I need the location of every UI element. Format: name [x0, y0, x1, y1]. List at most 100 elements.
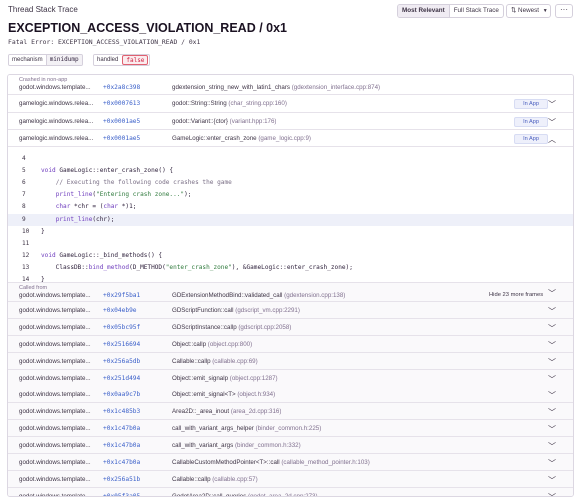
chevron-down-icon[interactable]: ﹀ [548, 492, 556, 496]
line-text: void GameLogic::_bind_methods() { [41, 251, 163, 259]
chevron-down-icon[interactable]: ﹀ [548, 323, 556, 334]
source-location: (binder_common.h:225) [253, 425, 322, 432]
chevron-down-icon[interactable]: ﹀ [548, 306, 556, 317]
tag-key: handled [94, 55, 122, 65]
function-name: GDScriptFunction::call [172, 307, 234, 314]
line-text: print_line("Entering crash zone..."); [55, 191, 192, 199]
source-code-block: 4 5 void GameLogic::enter_crash_zone() {6 … [8, 147, 573, 283]
line-text: char *chr = (char *)1; [55, 203, 137, 211]
code-line: 10} [8, 226, 573, 238]
full-stack-trace-button[interactable]: Full Stack Trace [450, 5, 503, 17]
chevron-down-icon[interactable]: ﹀ [548, 458, 556, 469]
frame-address: +0x04eb9e [103, 307, 137, 314]
function-name: GDExtensionMethodBind::validated_call [172, 292, 283, 299]
stack-frame-row[interactable]: godot.windows.template... +0x1c47b0a call_… [8, 437, 573, 454]
stack-frame-row[interactable]: godot.windows.template... +0x251d494 Objec… [8, 370, 573, 387]
stack-frame-row[interactable]: Called from godot.windows.template... +0x2… [8, 283, 573, 302]
frame-address: +0x1c47b0a [103, 442, 141, 449]
tag-key: mechanism [9, 55, 46, 65]
source-location: (gdscript_vm.cpp:2291) [233, 307, 300, 314]
line-text: } [41, 227, 45, 235]
frame-address: +0x1c47b0a [103, 425, 141, 432]
hide-frames-link[interactable]: Hide 23 more frames [489, 292, 543, 298]
line-text: void GameLogic::enter_crash_zone() { [41, 167, 174, 175]
line-number: 11 [22, 239, 30, 247]
line-number: 10 [22, 227, 30, 235]
frame-address: +0x05bc95f [103, 324, 141, 331]
frame-package: gamelogic.windows.relea... [19, 100, 94, 107]
chevron-down-icon[interactable]: ﹀ [548, 340, 556, 351]
chevron-down-icon[interactable]: ﹀ [548, 424, 556, 435]
stack-frame-row[interactable]: Crashed in non-app godot.windows.template… [8, 75, 573, 95]
chevron-down-icon[interactable]: ﹀ [548, 117, 556, 128]
handled-tag: handled false [93, 54, 151, 66]
function-name: call_with_variant_args [172, 442, 234, 449]
stack-frame-row[interactable]: godot.windows.template... +0x1c47b0a Calla… [8, 454, 573, 471]
function-name: call_with_variant_args_helper [172, 425, 254, 432]
source-location: (gdscript.cpp:2058) [236, 324, 292, 331]
stack-frame-row[interactable]: gamelogic.windows.relea... +0x0007613 godo… [8, 95, 573, 113]
function-name: GDScriptInstance::callp [172, 324, 237, 331]
error-title: EXCEPTION_ACCESS_VIOLATION_READ / 0x1 [8, 21, 288, 35]
frame-note: Called from [19, 285, 48, 291]
frame-address: +0x0aa9c7b [103, 391, 141, 398]
frame-function: GameLogic::enter_crash_zone (game_logic.… [172, 135, 311, 142]
sort-order-dropdown[interactable]: ⇅ Newest ▼ [506, 4, 551, 18]
line-text: ClassDB::bind_method(D_METHOD("enter_cra… [41, 263, 353, 271]
frame-package: godot.windows.template... [19, 324, 91, 331]
line-number: 8 [22, 203, 26, 211]
most-relevant-button[interactable]: Most Relevant [398, 5, 450, 17]
more-options-button[interactable]: ··· [555, 4, 573, 18]
chevron-down-icon[interactable]: ﹀ [548, 288, 556, 299]
line-number: 13 [22, 263, 30, 271]
frame-function: GDScriptInstance::callp (gdscript.cpp:20… [172, 324, 291, 331]
stack-frame-row[interactable]: gamelogic.windows.relea... +0x0001ae5 godo… [8, 113, 573, 130]
stack-frame-row[interactable]: godot.windows.template... +0x256a5db Calla… [8, 353, 573, 370]
frame-function: Callable::callp (callable.cpp:69) [172, 358, 258, 365]
stack-frame-row[interactable]: gamelogic.windows.relea... +0x0001ae5 Game… [8, 130, 573, 147]
chevron-down-icon[interactable]: ﹀ [548, 357, 556, 368]
error-subtitle: Fatal Error: EXCEPTION_ACCESS_VIOLATION_… [8, 38, 201, 46]
stack-frame-row[interactable]: godot.windows.template... +0x2516694 Objec… [8, 336, 573, 353]
stack-frame-row[interactable]: godot.windows.template... +0x256a51b Calla… [8, 471, 573, 488]
chevron-down-icon[interactable]: ﹀ [548, 407, 556, 418]
stack-frame-row[interactable]: godot.windows.template... +0x05f3a05 Godot… [8, 488, 573, 497]
frame-package: godot.windows.template... [19, 442, 91, 449]
stack-frame-row[interactable]: godot.windows.template... +0x1c485b3 Area2… [8, 403, 573, 420]
line-number: 12 [22, 251, 30, 259]
frame-function: godot::String::String (char_string.cpp:1… [172, 100, 287, 107]
frame-function: GDScriptFunction::call (gdscript_vm.cpp:… [172, 307, 300, 314]
function-name: gdextension_string_new_with_latin1_chars [172, 84, 290, 91]
chevron-down-icon[interactable]: ﹀ [548, 99, 556, 110]
chevron-down-icon[interactable]: ﹀ [548, 475, 556, 486]
stack-frame-row[interactable]: godot.windows.template... +0x1c47b0a call_… [8, 420, 573, 437]
frame-address: +0x0007613 [103, 100, 141, 107]
frame-package: godot.windows.template... [19, 425, 91, 432]
frame-address: +0x2516694 [103, 341, 141, 348]
chevron-down-icon[interactable]: ﹀ [548, 374, 556, 385]
chevron-down-icon[interactable]: ﹀ [548, 441, 556, 452]
code-line: 11 [8, 238, 573, 250]
frame-function: godot::Variant::{ctor} (variant.hpp:176) [172, 118, 276, 125]
frame-function: Area2D::_area_inout (area_2d.cpp:316) [172, 408, 281, 415]
stack-frame-row[interactable]: godot.windows.template... +0x04eb9e GDScri… [8, 302, 573, 319]
function-name: Object::emit_signal<T> [172, 391, 236, 398]
source-location: (gdextension_interface.cpp:874) [289, 84, 381, 91]
frame-package: godot.windows.template... [19, 341, 91, 348]
function-name: godot::String::String [172, 100, 227, 107]
source-location: (variant.hpp:176) [227, 118, 277, 125]
frame-package: godot.windows.template... [19, 84, 91, 91]
chevron-up-icon[interactable]: ︿ [548, 134, 556, 145]
frame-address: +0x251d494 [103, 375, 141, 382]
chevron-down-icon[interactable]: ﹀ [548, 390, 556, 401]
code-line: 5 void GameLogic::enter_crash_zone() { [8, 165, 573, 177]
frame-address: +0x1c485b3 [103, 408, 141, 415]
stack-frame-row[interactable]: godot.windows.template... +0x0aa9c7b Objec… [8, 386, 573, 403]
in-app-badge: In App [514, 134, 548, 144]
frame-address: +0x2a8c398 [103, 84, 141, 91]
frame-function: gdextension_string_new_with_latin1_chars… [172, 84, 380, 91]
stack-frame-row[interactable]: godot.windows.template... +0x05bc95f GDScr… [8, 319, 573, 336]
code-line: 6 // Executing the following code crashe… [8, 177, 573, 189]
mechanism-tag: mechanism minidump [8, 54, 83, 66]
frame-address: +0x05f3a05 [103, 493, 141, 497]
